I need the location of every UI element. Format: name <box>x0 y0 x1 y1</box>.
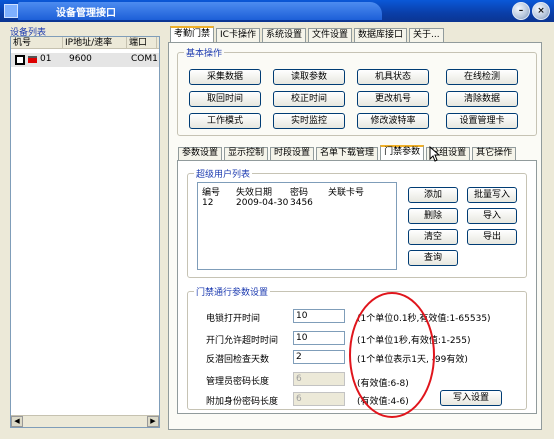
user-password: 3456 <box>290 198 313 208</box>
device-addr: 9600 <box>69 54 92 64</box>
device-icon <box>28 56 37 63</box>
window-right-edge <box>543 22 554 439</box>
device-list-header: 机号 IP地址/速率 端口 <box>11 37 159 49</box>
col-addr[interactable]: IP地址/速率 <box>63 37 127 48</box>
change-baud-button[interactable]: 修改波特率 <box>357 113 429 129</box>
change-id-button[interactable]: 更改机号 <box>357 91 429 107</box>
tab-other-ops[interactable]: 其它操作 <box>472 147 517 160</box>
device-row[interactable]: 01 9600 COM1 <box>11 53 159 67</box>
collect-data-button[interactable]: 采集数据 <box>189 69 261 85</box>
device-id: 01 <box>40 54 52 64</box>
door-timeout-input[interactable]: 10 <box>293 331 345 345</box>
mouse-cursor-icon <box>429 146 441 162</box>
close-button[interactable]: × <box>532 2 550 20</box>
batch-write-button[interactable]: 批量写入 <box>467 187 517 203</box>
col-no[interactable]: 编号 <box>202 185 220 198</box>
admin-pwd-len-label: 管理员密码长度 <box>206 377 270 387</box>
admin-pwd-len-input: 6 <box>293 372 345 386</box>
col-expire-date[interactable]: 失效日期 <box>236 185 272 198</box>
tab-system-settings[interactable]: 系统设置 <box>261 28 306 42</box>
add-user-button[interactable]: 添加 <box>408 187 458 203</box>
anti-passback-input[interactable]: 2 <box>293 350 345 364</box>
tab-list-download[interactable]: 名单下载管理 <box>316 147 379 160</box>
import-button[interactable]: 导入 <box>467 208 517 224</box>
export-button[interactable]: 导出 <box>467 229 517 245</box>
query-button[interactable]: 查询 <box>408 250 458 266</box>
realtime-monitor-button[interactable]: 实时监控 <box>273 113 345 129</box>
set-admin-card-button[interactable]: 设置管理卡 <box>446 113 518 129</box>
super-users-list[interactable]: 编号 失效日期 密码 关联卡号 12 2009-04-30 3456 <box>197 182 397 270</box>
user-no: 12 <box>202 198 214 208</box>
col-id[interactable]: 机号 <box>11 37 63 48</box>
extra-pwd-len-input: 6 <box>293 392 345 406</box>
clear-list-button[interactable]: 清空 <box>408 229 458 245</box>
col-card-no[interactable]: 关联卡号 <box>328 185 364 198</box>
clear-data-button[interactable]: 清除数据 <box>446 91 518 107</box>
unlock-time-input[interactable]: 10 <box>293 309 345 323</box>
device-checkbox[interactable] <box>15 55 25 65</box>
col-password[interactable]: 密码 <box>290 185 308 198</box>
unlock-time-label: 电锁打开时间 <box>206 314 261 324</box>
device-list[interactable]: 机号 IP地址/速率 端口 01 9600 COM1 ◀ ▶ <box>10 36 160 428</box>
close-icon: × <box>537 6 545 16</box>
door-timeout-label: 开门允许超时时间 <box>206 336 279 346</box>
tab-ic-card[interactable]: IC卡操作 <box>216 28 260 42</box>
col-port[interactable]: 端口 <box>127 37 157 48</box>
app-icon <box>4 4 18 18</box>
delete-user-button[interactable]: 删除 <box>408 208 458 224</box>
user-expire-date: 2009-04-30 <box>236 198 289 208</box>
online-check-button[interactable]: 在线检测 <box>446 69 518 85</box>
window-title: 设备管理接口 <box>56 8 116 19</box>
work-mode-button[interactable]: 工作模式 <box>189 113 261 129</box>
tab-param-settings[interactable]: 参数设置 <box>178 147 223 160</box>
scroll-left-icon[interactable]: ◀ <box>11 416 23 427</box>
tab-access-params[interactable]: 门禁参数 <box>380 145 425 160</box>
anti-passback-label: 反潜回检查天数 <box>206 355 270 365</box>
basic-ops-legend: 基本操作 <box>186 49 223 59</box>
device-port: COM1 <box>131 54 158 64</box>
super-users-legend: 超级用户列表 <box>196 170 251 180</box>
read-params-button[interactable]: 读取参数 <box>273 69 345 85</box>
write-settings-button[interactable]: 写入设置 <box>440 390 502 406</box>
tab-about[interactable]: 关于... <box>409 28 444 42</box>
device-status-button[interactable]: 机具状态 <box>357 69 429 85</box>
main-tab-bar: 考勤门禁 IC卡操作 系统设置 文件设置 数据库接口 关于... <box>170 26 446 42</box>
tab-file-settings[interactable]: 文件设置 <box>307 28 352 42</box>
sync-time-button[interactable]: 校正时间 <box>273 91 345 107</box>
tab-display-control[interactable]: 显示控制 <box>224 147 269 160</box>
highlight-ellipse <box>349 292 435 418</box>
sub-tab-bar: 参数设置 显示控制 时段设置 名单下载管理 门禁参数 分组设置 其它操作 <box>178 145 518 160</box>
access-params-legend: 门禁通行参数设置 <box>196 288 269 298</box>
title-bar: 设备管理接口 – × <box>0 0 554 22</box>
extra-pwd-len-label: 附加身份密码长度 <box>206 397 279 407</box>
tab-attendance-access[interactable]: 考勤门禁 <box>170 26 215 42</box>
get-time-button[interactable]: 取回时间 <box>189 91 261 107</box>
device-list-scrollbar[interactable]: ◀ ▶ <box>11 415 159 427</box>
minimize-button[interactable]: – <box>512 2 530 20</box>
minimize-icon: – <box>518 6 524 16</box>
tab-time-settings[interactable]: 时段设置 <box>270 147 315 160</box>
tab-database-interface[interactable]: 数据库接口 <box>354 28 408 42</box>
scroll-right-icon[interactable]: ▶ <box>147 416 159 427</box>
